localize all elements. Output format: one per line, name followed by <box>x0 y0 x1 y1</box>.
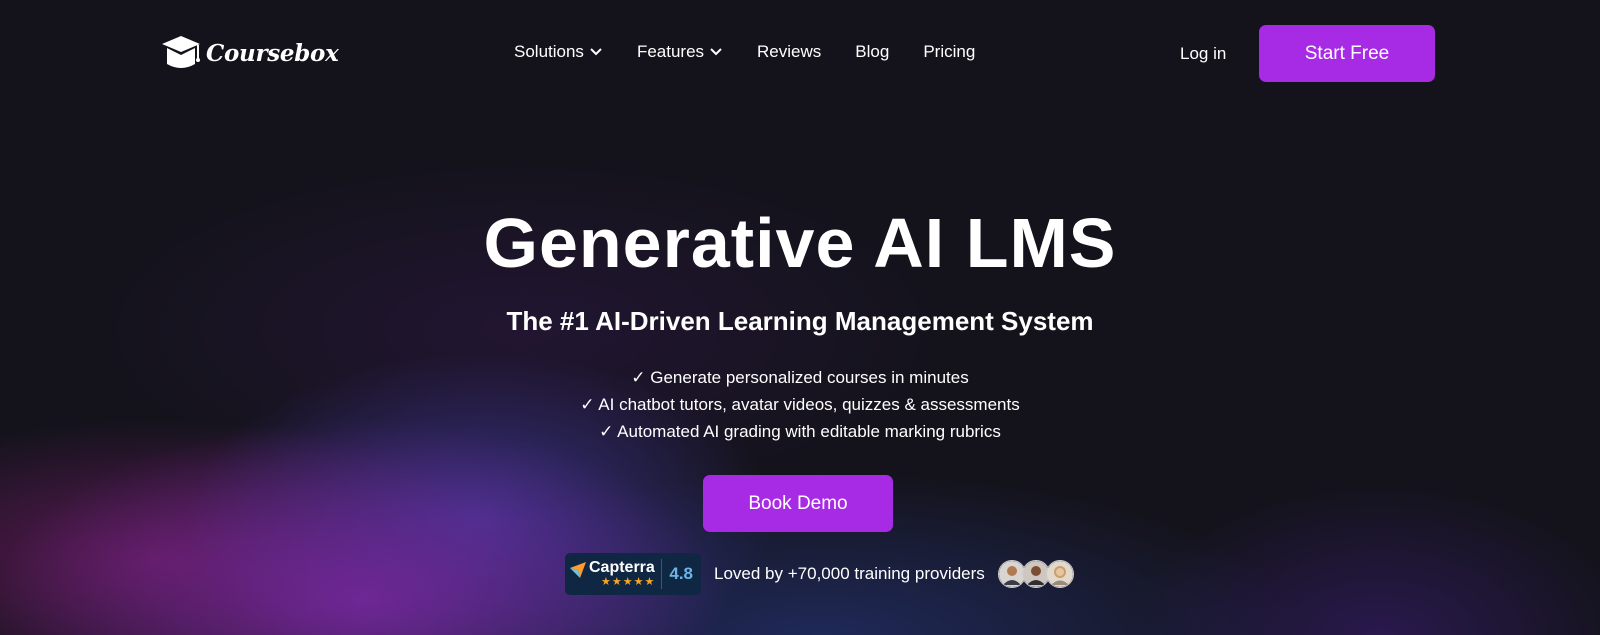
feature-item: ✓ Generate personalized courses in minut… <box>631 368 969 387</box>
menu-item-features[interactable]: Features <box>637 42 723 62</box>
capterra-brand: Capterra ★★★★★ <box>589 558 655 588</box>
hero-subtitle: The #1 AI-Driven Learning Management Sys… <box>506 306 1094 336</box>
capterra-name: Capterra <box>589 558 655 576</box>
star-icon: ★ <box>633 575 645 588</box>
page: Coursebox Solutions Features Reviews Blo… <box>0 0 1600 635</box>
avatar-group <box>997 560 1074 588</box>
start-free-button[interactable]: Start Free <box>1259 25 1435 82</box>
capterra-arrow-icon <box>570 562 586 578</box>
book-demo-button[interactable]: Book Demo <box>703 475 893 532</box>
star-icon: ★ <box>622 575 634 588</box>
main-menu: Solutions Features Reviews Blog Pricing <box>514 42 1009 62</box>
star-icon: ★ <box>611 575 623 588</box>
menu-item-label: Reviews <box>757 42 822 61</box>
graduation-cap-icon <box>162 36 200 68</box>
feature-item: ✓ AI chatbot tutors, avatar videos, quiz… <box>580 395 1020 414</box>
loved-by-text: Loved by +70,000 training providers <box>714 564 985 583</box>
menu-item-blog[interactable]: Blog <box>855 42 889 62</box>
social-proof: Capterra ★★★★★ 4.8 Loved by +70,000 trai… <box>565 553 1074 595</box>
chevron-down-icon <box>590 48 602 56</box>
hero-title: Generative AI LMS <box>483 204 1117 282</box>
chevron-down-icon <box>710 48 722 56</box>
capterra-score: 4.8 <box>669 564 694 583</box>
star-icon: ★ <box>601 575 612 588</box>
login-link[interactable]: Log in <box>1180 44 1226 64</box>
star-rating: ★★★★★ <box>589 576 655 588</box>
brand-logo[interactable]: Coursebox <box>160 33 339 73</box>
menu-item-label: Solutions <box>514 42 584 61</box>
brand-name: Coursebox <box>206 39 339 67</box>
feature-list: ✓ Generate personalized courses in minut… <box>0 364 1600 445</box>
star-icon: ★ <box>644 575 656 588</box>
top-navigation: Coursebox Solutions Features Reviews Blo… <box>0 0 1600 106</box>
badge-divider <box>661 559 663 589</box>
menu-item-label: Pricing <box>923 42 976 61</box>
menu-item-pricing[interactable]: Pricing <box>923 42 975 62</box>
avatar <box>1045 560 1074 588</box>
menu-item-label: Blog <box>855 42 890 61</box>
menu-item-solutions[interactable]: Solutions <box>514 42 603 62</box>
capterra-badge[interactable]: Capterra ★★★★★ 4.8 <box>565 553 702 595</box>
menu-item-reviews[interactable]: Reviews <box>757 42 821 62</box>
feature-item: ✓ Automated AI grading with editable mar… <box>599 422 1001 441</box>
menu-item-label: Features <box>636 42 705 61</box>
